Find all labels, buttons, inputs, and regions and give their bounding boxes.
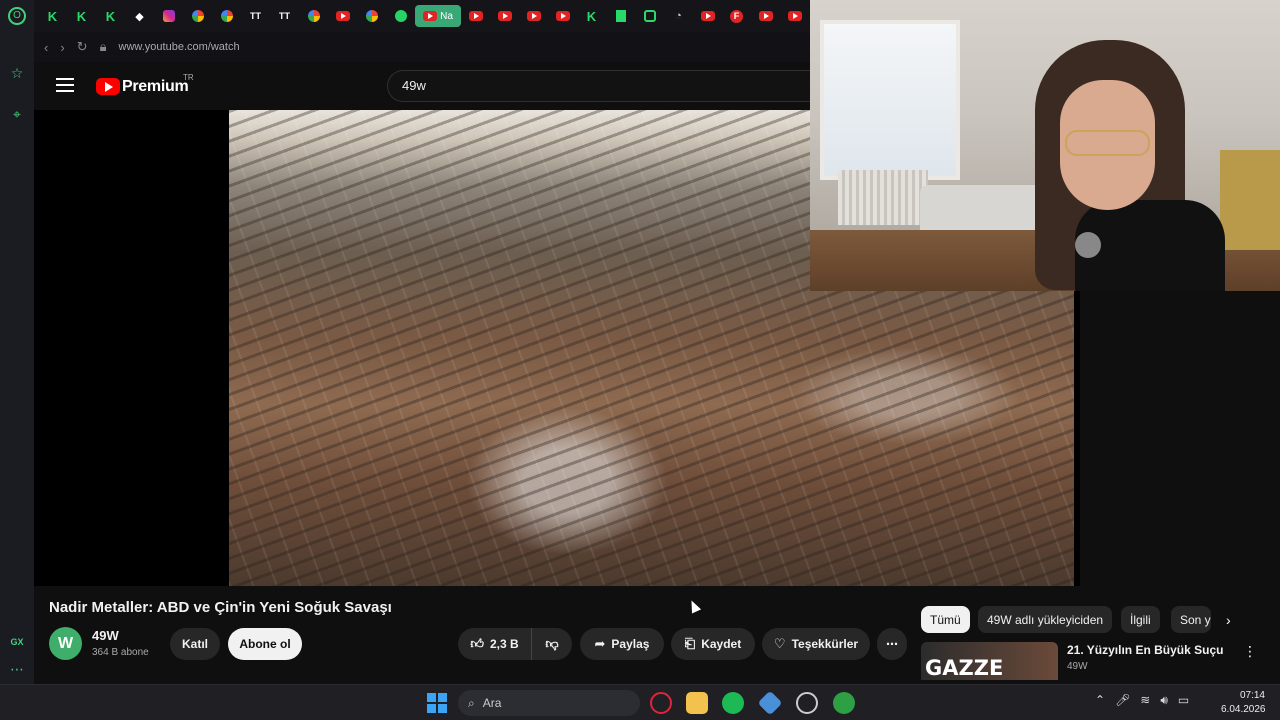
- dislike-button[interactable]: 👎︎: [532, 628, 572, 660]
- tab-youtube-active[interactable]: Na: [415, 5, 461, 27]
- save-button[interactable]: ⎗ Kaydet: [671, 628, 755, 660]
- tab-whatsapp[interactable]: [386, 5, 415, 27]
- youtube-premium-logo[interactable]: Premium: [122, 78, 189, 96]
- clock[interactable]: 07:14 6.04.2026: [1221, 689, 1266, 717]
- file-explorer-icon[interactable]: [686, 692, 708, 714]
- tab-google[interactable]: [183, 5, 212, 27]
- mouse-cursor-icon: [686, 598, 702, 614]
- url-field[interactable]: www.youtube.com/watch: [119, 41, 240, 53]
- tab-kick[interactable]: K: [577, 5, 606, 27]
- opera-gx-taskbar-icon[interactable]: [650, 692, 672, 714]
- recommendation-title[interactable]: 21. Yüzyılın En Büyük Suçu: [1067, 643, 1224, 657]
- tab-google[interactable]: [357, 5, 386, 27]
- browser-sidebar: O ☆ ⌖ GX ⋯: [0, 0, 34, 684]
- bookmark-icon: ⎗: [684, 636, 696, 651]
- tab-youtube[interactable]: [490, 5, 519, 27]
- thumbs-down-icon: 👎︎: [545, 636, 559, 651]
- search-input[interactable]: 49w: [387, 70, 810, 102]
- subscribe-button[interactable]: Abone ol: [228, 628, 302, 660]
- channel-avatar[interactable]: W: [49, 627, 82, 660]
- chip-from-uploader[interactable]: 49W adlı yükleyiciden: [978, 606, 1113, 633]
- tab-tt[interactable]: TT: [241, 5, 270, 27]
- tab-kick[interactable]: K: [67, 5, 96, 27]
- thanks-button[interactable]: ♡ Teşekkürler: [762, 628, 870, 660]
- tab-youtube[interactable]: [461, 5, 490, 27]
- tab-google[interactable]: [212, 5, 241, 27]
- wifi-icon[interactable]: ≋: [1140, 693, 1150, 708]
- recommendation-thumbnail[interactable]: GAZZE: [921, 642, 1058, 680]
- tab-youtube[interactable]: [751, 5, 780, 27]
- opera-gx-logo-icon[interactable]: O: [8, 7, 26, 25]
- tab-strip: K K K ◆ TT TT Na K ◔ F: [34, 0, 810, 32]
- obs-icon[interactable]: [796, 692, 818, 714]
- kebab-menu-icon[interactable]: ⋮: [1243, 643, 1257, 660]
- tab-square[interactable]: [635, 5, 664, 27]
- search-icon: ⌕: [468, 695, 475, 710]
- reload-icon[interactable]: ↻: [77, 39, 88, 55]
- app-green-icon[interactable]: [833, 692, 855, 714]
- forward-icon[interactable]: ›: [60, 40, 64, 55]
- tab-youtube[interactable]: [519, 5, 548, 27]
- microphone-tray-icon[interactable]: 🎤︎: [1115, 693, 1130, 708]
- share-button[interactable]: ➦ Paylaş: [580, 628, 664, 660]
- address-bar: ‹ › ↻ 🔒︎ www.youtube.com/watch: [34, 32, 810, 62]
- battery-icon[interactable]: ▭: [1178, 693, 1189, 708]
- thanks-label: Teşekkürler: [791, 637, 859, 651]
- thumbs-up-icon: 👍︎: [470, 636, 484, 651]
- tab-doc[interactable]: [606, 5, 635, 27]
- tab-youtube[interactable]: [693, 5, 722, 27]
- tab-f[interactable]: F: [722, 5, 751, 27]
- taskbar-search-label: Ara: [482, 696, 502, 710]
- tab-youtube[interactable]: [780, 5, 809, 27]
- channel-name[interactable]: 49W: [92, 628, 119, 643]
- clock-date: 6.04.2026: [1221, 704, 1266, 715]
- webcam-overlay: [810, 0, 1280, 291]
- tab-clock[interactable]: ◔: [664, 5, 693, 27]
- recommendation-channel[interactable]: 49W: [1067, 661, 1088, 672]
- chevron-up-icon[interactable]: ⌃: [1095, 693, 1105, 708]
- video-title: Nadir Metaller: ABD ve Çin'in Yeni Soğuk…: [49, 599, 392, 616]
- youtube-logo-icon[interactable]: [96, 78, 120, 95]
- chip-all[interactable]: Tümü: [921, 606, 970, 633]
- star-icon[interactable]: ☆: [8, 64, 26, 82]
- region-code: TR: [183, 73, 194, 82]
- chevron-right-icon[interactable]: ›: [1226, 612, 1231, 628]
- share-icon: ➦: [594, 636, 606, 651]
- more-actions-button[interactable]: ⋯: [877, 628, 907, 660]
- tab-tt[interactable]: TT: [270, 5, 299, 27]
- heart-dollar-icon: ♡: [773, 636, 786, 651]
- share-label: Paylaş: [611, 637, 650, 651]
- save-label: Kaydet: [701, 637, 742, 651]
- volume-icon[interactable]: 🔊︎: [1160, 693, 1168, 708]
- tab-youtube[interactable]: [328, 5, 357, 27]
- microphone-icon: [1075, 232, 1101, 258]
- taskbar-search[interactable]: ⌕ Ara: [458, 690, 640, 716]
- tab-google[interactable]: [299, 5, 328, 27]
- gx-corner-label[interactable]: GX: [8, 633, 26, 651]
- like-count: 2,3 B: [489, 637, 519, 651]
- clock-time: 07:14: [1239, 690, 1265, 701]
- subscriber-count: 364 B abone: [92, 647, 149, 658]
- gaming-icon[interactable]: ⌖: [8, 105, 26, 123]
- tab-youtube[interactable]: [548, 5, 577, 27]
- app-diamond-icon[interactable]: [757, 690, 783, 716]
- tab-kick[interactable]: K: [96, 5, 125, 27]
- back-icon[interactable]: ‹: [44, 40, 48, 55]
- join-button[interactable]: Katıl: [170, 628, 220, 660]
- more-icon: ⋯: [886, 637, 898, 651]
- like-button[interactable]: 👍︎ 2,3 B: [458, 628, 532, 660]
- tab-instagram[interactable]: [154, 5, 183, 27]
- chip-recent[interactable]: Son y: [1171, 606, 1211, 633]
- system-tray: ⌃ 🎤︎ ≋ 🔊︎ ▭: [1095, 693, 1189, 708]
- menu-icon[interactable]: [56, 78, 74, 92]
- lock-icon: 🔒︎: [99, 39, 107, 54]
- tab-diamond[interactable]: ◆: [125, 5, 154, 27]
- windows-start-icon[interactable]: [427, 693, 447, 713]
- spotify-icon[interactable]: [722, 692, 744, 714]
- taskbar: ⌕ Ara ⌃ 🎤︎ ≋ 🔊︎ ▭ 07:14 6.04.2026: [0, 684, 1280, 720]
- chip-related[interactable]: İlgili: [1121, 606, 1160, 633]
- youtube-header: Premium TR 49w: [34, 62, 810, 110]
- tab-kick[interactable]: K: [38, 5, 67, 27]
- more-sidebar-icon[interactable]: ⋯: [8, 660, 26, 678]
